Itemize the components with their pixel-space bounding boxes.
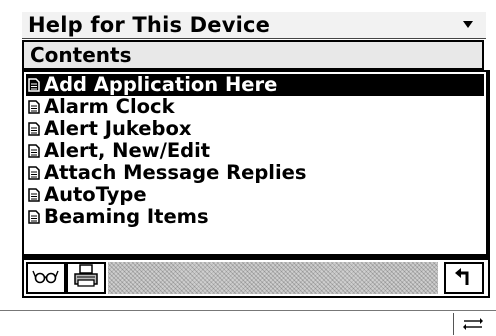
keyboard-toggle-icon[interactable] [460, 314, 486, 334]
topic-list: Add Application Here Alarm Clock Alert J… [26, 74, 484, 228]
back-arrow-icon [453, 265, 475, 291]
document-icon [28, 122, 40, 136]
dropdown-arrow-icon[interactable] [460, 17, 476, 33]
help-screen: Help for This Device Contents Add Applic… [0, 0, 496, 336]
topic-item[interactable]: Attach Message Replies [26, 162, 484, 184]
topic-item[interactable]: Alarm Clock [26, 96, 484, 118]
document-icon [28, 188, 40, 202]
topic-label: Attach Message Replies [44, 161, 307, 184]
back-button[interactable] [444, 262, 484, 294]
topic-label: Alarm Clock [44, 95, 175, 118]
title-bar: Help for This Device [22, 12, 486, 39]
contents-label: Contents [30, 43, 132, 67]
topic-label: AutoType [44, 183, 147, 206]
document-icon [28, 144, 40, 158]
topic-item[interactable]: Beaming Items [26, 206, 484, 228]
document-icon [28, 78, 40, 92]
topic-label: Beaming Items [44, 205, 209, 228]
topic-item[interactable]: Alert, New/Edit [26, 140, 484, 162]
print-button[interactable] [66, 262, 106, 294]
glasses-icon [32, 268, 60, 288]
document-icon [28, 166, 40, 180]
contents-heading: Contents [22, 40, 484, 70]
topic-label: Add Application Here [44, 73, 278, 96]
toolbar-spacer [108, 262, 438, 294]
window-title: Help for This Device [28, 13, 271, 37]
status-bar [0, 310, 496, 336]
topic-item[interactable]: Alert Jukebox [26, 118, 484, 140]
topic-item[interactable]: AutoType [26, 184, 484, 206]
topic-label: Alert, New/Edit [44, 139, 211, 162]
status-divider [453, 313, 454, 335]
bottom-toolbar [22, 258, 490, 298]
document-icon [28, 210, 40, 224]
topic-label: Alert Jukebox [44, 117, 192, 140]
printer-icon [73, 264, 99, 292]
topic-list-panel: Add Application Here Alarm Clock Alert J… [22, 70, 490, 258]
document-icon [28, 100, 40, 114]
topic-item[interactable]: Add Application Here [26, 74, 484, 96]
view-button[interactable] [26, 262, 66, 294]
